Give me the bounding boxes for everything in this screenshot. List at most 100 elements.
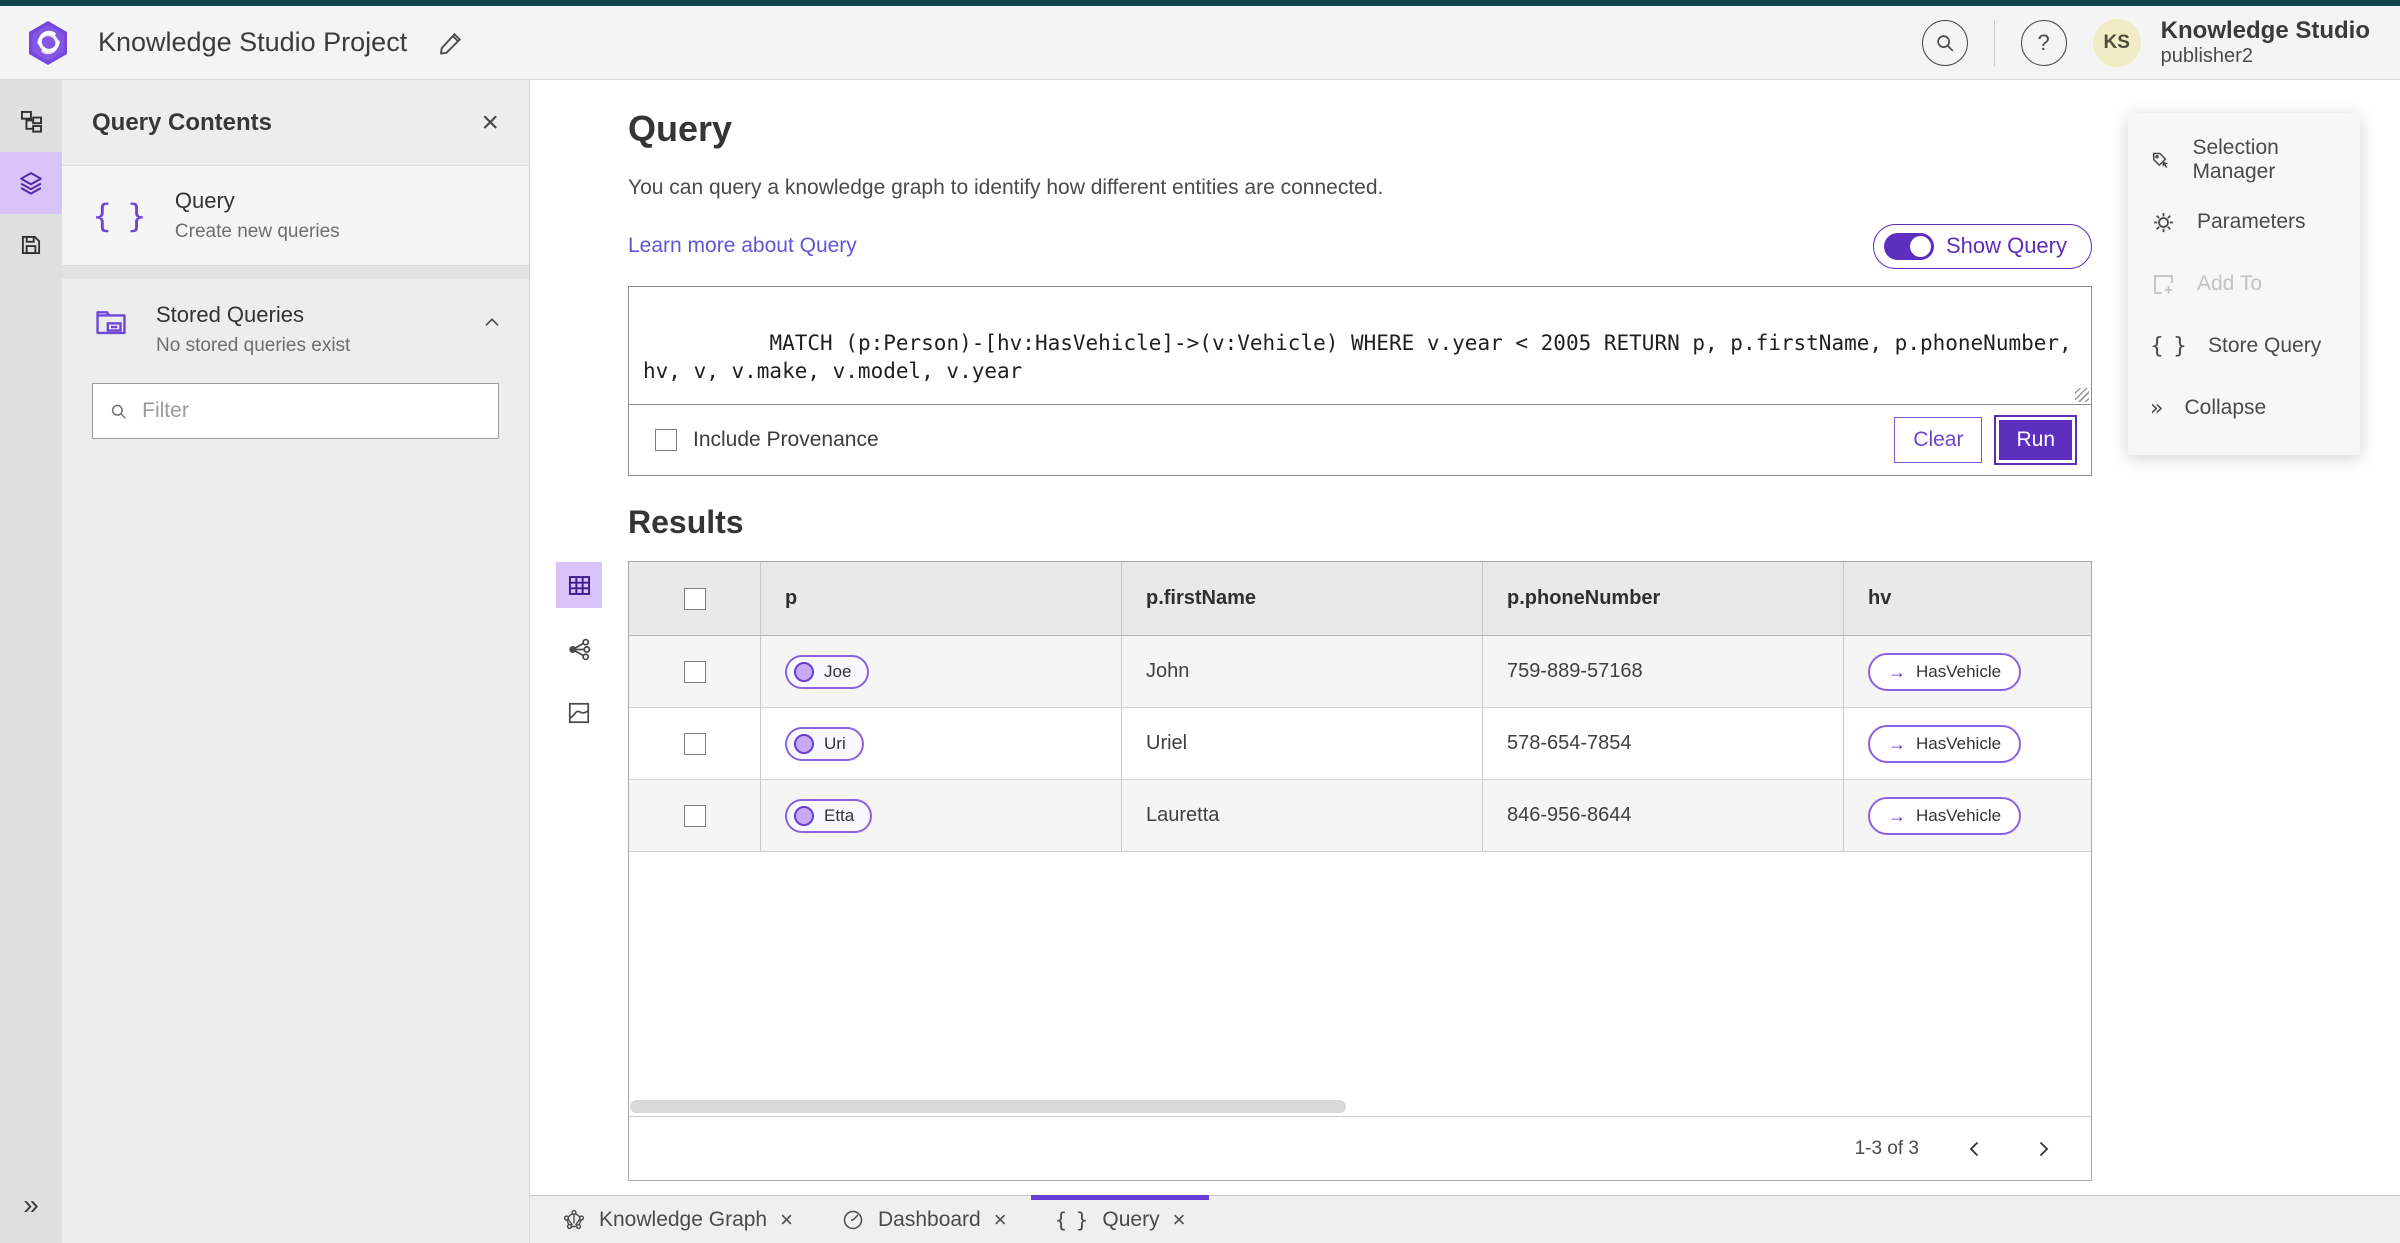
next-page-button[interactable] [2031,1137,2055,1161]
row-checkbox[interactable] [683,732,706,755]
link-chart-icon [568,638,590,660]
braces-icon: { } [92,196,149,235]
save-icon [21,235,41,255]
scrollbar-thumb[interactable] [630,1099,1347,1113]
help-button[interactable]: ? [2020,19,2067,66]
search-button[interactable] [1921,19,1968,66]
user-role: publisher2 [2160,44,2253,67]
show-query-toggle[interactable]: Show Query [1872,223,2092,269]
column-header-hv[interactable]: hv [1843,562,2091,635]
close-tab-icon[interactable]: × [780,1208,793,1231]
learn-more-link[interactable]: Learn more about Query [628,234,857,258]
graph-view-button[interactable] [556,626,602,672]
row-checkbox[interactable] [683,660,706,683]
tab-dashboard[interactable]: Dashboard × [817,1196,1031,1243]
collapse-panel-button[interactable]: » Collapse [2128,377,2360,439]
tab-query[interactable]: { } Query × [1030,1195,1210,1243]
close-tab-icon[interactable]: × [1173,1208,1186,1231]
selection-manager-button[interactable]: Selection Manager [2128,129,2360,191]
row-checkbox[interactable] [683,804,706,827]
close-panel-icon[interactable]: × [481,107,499,138]
tab-label: Query [1102,1207,1160,1231]
collapse-section-button[interactable] [481,312,503,334]
relationship-pill[interactable]: → HasVehicle [1868,652,2022,691]
parameters-button[interactable]: Parameters [2128,191,2360,253]
dashboard-gauge-icon [843,1210,863,1229]
arrow-right-icon: → [1888,805,1906,826]
tab-label: Knowledge Graph [599,1207,768,1231]
previous-page-button[interactable] [1963,1137,1987,1161]
entity-pill[interactable]: Joe [785,654,870,689]
help-icon: ? [2037,29,2050,55]
search-icon [1936,34,1954,51]
rail-item-save[interactable] [0,214,62,276]
left-icon-rail: » [0,80,62,1243]
results-view-switcher [556,562,602,736]
entity-node-icon [794,805,814,826]
store-query-button[interactable]: { } Store Query [2128,315,2360,377]
entity-node-icon [794,733,814,754]
query-editor[interactable]: MATCH (p:Person)-[hv:HasVehicle]->(v:Veh… [629,287,2091,405]
data-model-icon [20,110,42,133]
column-header-firstname[interactable]: p.firstName [1121,562,1482,635]
user-name: Knowledge Studio [2160,17,2370,45]
cell-firstname: John [1146,660,1190,682]
table-row: Uri Uriel 578-654-7854 → HasVehicle [629,708,2091,780]
map-view-button[interactable] [556,690,602,736]
horizontal-scrollbar [629,1096,2091,1116]
results-table: p p.firstName p.phoneNumber hv Joe John … [628,561,2092,1181]
results-heading: Results [628,504,744,540]
stored-queries-label: Stored Queries [156,302,304,327]
column-header-phonenumber[interactable]: p.phoneNumber [1482,562,1843,635]
filter-input[interactable] [142,399,482,423]
table-row: Joe John 759-889-57168 → HasVehicle [629,636,2091,708]
relationship-pill[interactable]: → HasVehicle [1868,796,2022,835]
entity-pill[interactable]: Uri [785,726,864,761]
entity-pill[interactable]: Etta [785,798,873,833]
chevron-right-icon [2039,1141,2049,1156]
cell-phonenumber: 846-956-8644 [1507,804,1632,826]
query-text: MATCH (p:Person)-[hv:HasVehicle]->(v:Veh… [643,331,2085,383]
chevron-double-right-icon: » [2150,395,2165,421]
query-list-item[interactable]: { } Query Create new queries [62,166,529,266]
rail-item-data-model[interactable] [0,90,62,152]
query-editor-box: MATCH (p:Person)-[hv:HasVehicle]->(v:Veh… [628,286,2092,476]
cell-firstname: Lauretta [1146,804,1220,826]
selection-manager-icon [2152,152,2169,168]
stored-queries-description: No stored queries exist [156,335,351,356]
edit-title-icon[interactable] [437,29,465,57]
layers-icon [20,172,42,195]
table-row: Etta Lauretta 846-956-8644 → HasVehicle [629,780,2091,852]
relationship-pill[interactable]: → HasVehicle [1868,724,2022,763]
table-view-button[interactable] [556,562,602,608]
bottom-tab-bar: Knowledge Graph × Dashboard × { } Query … [530,1195,2400,1243]
rail-item-layers[interactable] [0,152,62,214]
knowledge-graph-icon [563,1209,585,1229]
avatar[interactable]: KS [2092,18,2141,67]
cell-phonenumber: 578-654-7854 [1507,732,1632,754]
close-tab-icon[interactable]: × [994,1208,1007,1231]
empty-table-area [629,852,2091,1096]
user-info[interactable]: Knowledge Studio publisher2 [2161,17,2370,68]
cell-firstname: Uriel [1146,732,1188,754]
cell-phonenumber: 759-889-57168 [1507,660,1643,682]
entity-node-icon [794,661,814,682]
add-to-icon [2154,274,2173,294]
toggle-switch-on [1883,232,1934,260]
expand-rail-button[interactable]: » [0,1189,62,1221]
stored-queries-section[interactable]: Stored Queries No stored queries exist [62,278,529,375]
app-header: Knowledge Studio Project ? KS Knowledge … [0,6,2400,80]
column-header-p[interactable]: p [760,562,1121,635]
gear-icon [2153,212,2174,232]
clear-button[interactable]: Clear [1894,417,1983,463]
select-all-checkbox[interactable] [683,587,706,610]
stored-queries-folder-icon [96,311,126,335]
resize-handle[interactable] [2075,388,2089,402]
section-divider [62,266,529,278]
braces-icon: { } [2150,333,2188,359]
query-item-label: Query [174,188,235,213]
map-icon [568,702,590,724]
chevron-double-right-icon: » [23,1189,39,1220]
run-button[interactable]: Run [1994,415,2077,465]
tab-knowledge-graph[interactable]: Knowledge Graph × [538,1196,817,1243]
